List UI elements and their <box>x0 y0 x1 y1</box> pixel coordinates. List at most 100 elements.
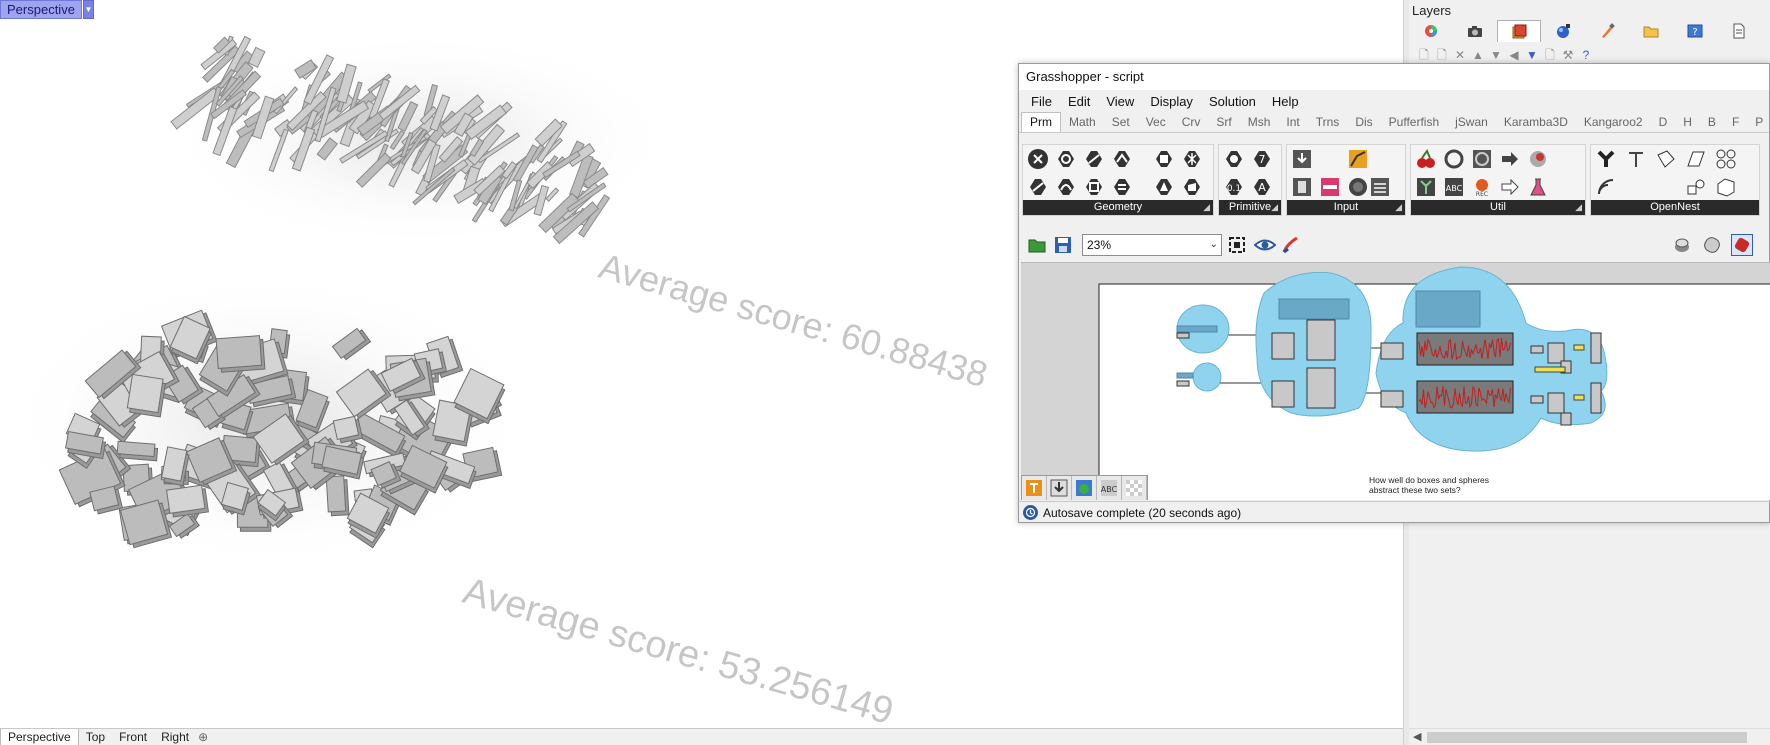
text-widget-icon[interactable]: ABC <box>1097 476 1122 500</box>
move-up-icon[interactable]: ▲ <box>1471 48 1485 62</box>
number-param-icon[interactable]: 0.1 <box>1222 175 1246 199</box>
scroll-left-icon[interactable]: ◀ <box>1413 730 1421 743</box>
tab-pufferfish[interactable]: Pufferfish <box>1381 115 1447 132</box>
viewport-title[interactable]: Perspective ▼ <box>0 0 94 19</box>
ribbon-label-util[interactable]: Util ◢ <box>1411 200 1585 215</box>
menu-solution[interactable]: Solution <box>1201 94 1264 109</box>
folder-icon[interactable] <box>1629 20 1673 42</box>
expand-arrow-icon[interactable]: ◢ <box>1575 200 1582 215</box>
scroll-thumb[interactable] <box>1427 732 1747 743</box>
sphere-mark-icon[interactable] <box>1526 147 1550 171</box>
layers-horizontal-scrollbar[interactable]: ◀ <box>1409 728 1770 745</box>
data-widget-icon[interactable] <box>1047 476 1072 500</box>
preview-wireframe-icon[interactable] <box>1671 234 1693 256</box>
tab-dis[interactable]: Dis <box>1347 115 1380 132</box>
sketch-brush-icon[interactable] <box>1280 234 1302 256</box>
tab-trns[interactable]: Trns <box>1308 115 1348 132</box>
move-down-icon[interactable]: ▼ <box>1489 48 1503 62</box>
viewport-name-label[interactable]: Perspective <box>0 0 82 19</box>
vector-param-icon[interactable] <box>1026 175 1050 199</box>
hoop-icon[interactable] <box>1442 147 1466 171</box>
outline-arrow-icon[interactable] <box>1498 175 1522 199</box>
text-tool-icon[interactable] <box>1624 147 1648 171</box>
boolean-param-icon[interactable] <box>1222 147 1246 171</box>
sketch-widget-icon[interactable] <box>1022 476 1047 500</box>
open-file-icon[interactable] <box>1026 234 1048 256</box>
tab-vec[interactable]: Vec <box>1138 115 1174 132</box>
brep-param-icon[interactable] <box>1180 175 1204 199</box>
point-param-icon[interactable] <box>1026 147 1050 171</box>
checker-widget-icon[interactable] <box>1122 476 1147 500</box>
move-left-icon[interactable]: ◀ <box>1507 48 1521 62</box>
record-icon[interactable]: REC <box>1470 175 1494 199</box>
group-input-b[interactable] <box>1192 362 1222 392</box>
button-icon[interactable] <box>1346 175 1370 199</box>
chevron-down-icon[interactable]: ⌄ <box>1210 235 1218 255</box>
tab-perspective[interactable]: Perspective <box>0 729 79 745</box>
menu-edit[interactable]: Edit <box>1060 94 1098 109</box>
grasshopper-canvas[interactable]: How well do boxes and spheres abstract t… <box>1021 262 1770 500</box>
panel-icon[interactable] <box>1368 175 1392 199</box>
tab-f[interactable]: F <box>1724 115 1747 132</box>
ribbon-label-geometry[interactable]: Geometry ◢ <box>1023 200 1213 215</box>
flask-icon[interactable] <box>1526 175 1550 199</box>
tree-icon[interactable] <box>1414 175 1438 199</box>
expand-arrow-icon[interactable]: ◢ <box>1395 200 1402 215</box>
ribbon-label-primitive[interactable]: Primitive ◢ <box>1219 200 1281 215</box>
filter-icon[interactable]: ▼ <box>1525 48 1539 62</box>
menu-view[interactable]: View <box>1098 94 1142 109</box>
integer-param-icon[interactable]: 7 <box>1250 147 1274 171</box>
new-layer-icon[interactable]: 🗋 <box>1417 48 1431 62</box>
mesh-param-icon[interactable] <box>1180 147 1204 171</box>
color-wheel-icon[interactable] <box>1409 20 1453 42</box>
save-file-icon[interactable] <box>1052 234 1074 256</box>
preview-shaded-icon[interactable] <box>1701 234 1723 256</box>
tools-icon[interactable]: ⚒ <box>1561 48 1575 62</box>
box-param-icon[interactable] <box>1152 147 1176 171</box>
grid-circles-icon[interactable] <box>1714 147 1738 171</box>
help-icon[interactable]: ? <box>1673 20 1717 42</box>
cherry-picker-icon[interactable] <box>1414 147 1438 171</box>
box-outline-icon[interactable] <box>1714 175 1738 199</box>
expand-arrow-icon[interactable]: ◢ <box>1271 200 1278 215</box>
tab-right[interactable]: Right <box>154 729 196 745</box>
tag-icon[interactable] <box>1654 147 1678 171</box>
expand-arrow-icon[interactable]: ◢ <box>1203 200 1210 215</box>
abc-icon[interactable]: ABC <box>1442 175 1466 199</box>
camera-icon[interactable] <box>1453 20 1497 42</box>
mesh-face-param-icon[interactable] <box>1152 175 1176 199</box>
viewport-menu-dropdown-icon[interactable]: ▼ <box>82 0 94 19</box>
shapes-icon[interactable] <box>1684 175 1708 199</box>
tab-kangaroo2[interactable]: Kangaroo2 <box>1576 115 1651 132</box>
arc-param-icon[interactable] <box>1054 175 1078 199</box>
zoom-select[interactable]: 23% ⌄ <box>1082 234 1222 256</box>
tab-crv[interactable]: Crv <box>1174 115 1209 132</box>
tab-int[interactable]: Int <box>1278 115 1307 132</box>
tab-d[interactable]: D <box>1651 115 1676 132</box>
tab-p[interactable]: P <box>1747 115 1770 132</box>
graph-mapper-icon[interactable] <box>1346 147 1370 171</box>
tab-msh[interactable]: Msh <box>1240 115 1279 132</box>
tab-top[interactable]: Top <box>79 729 112 745</box>
layers-icon[interactable] <box>1497 20 1541 42</box>
tab-prm[interactable]: Prm <box>1021 112 1061 132</box>
document-icon[interactable] <box>1717 20 1761 42</box>
menu-file[interactable]: File <box>1023 94 1060 109</box>
opennest-nest-icon[interactable] <box>1594 147 1618 171</box>
relay-arrow-icon[interactable] <box>1498 147 1522 171</box>
text-param-icon[interactable]: A <box>1250 175 1274 199</box>
tab-set[interactable]: Set <box>1104 115 1138 132</box>
cup-icon[interactable] <box>1470 147 1494 171</box>
sphere-widget-icon[interactable] <box>1072 476 1097 500</box>
paint-brush-icon[interactable] <box>1585 20 1629 42</box>
tab-front[interactable]: Front <box>112 729 154 745</box>
tab-h[interactable]: H <box>1675 115 1700 132</box>
ribbon-label-input[interactable]: Input ◢ <box>1287 200 1405 215</box>
add-viewport-icon[interactable]: ⊕ <box>196 730 210 744</box>
layers-help-icon[interactable]: ? <box>1579 48 1593 62</box>
sheet-icon[interactable] <box>1684 147 1708 171</box>
surface-param-icon[interactable] <box>1110 175 1134 199</box>
delete-layer-icon[interactable]: ✕ <box>1453 48 1467 62</box>
line-param-icon[interactable] <box>1082 175 1106 199</box>
material-icon[interactable] <box>1541 20 1585 42</box>
